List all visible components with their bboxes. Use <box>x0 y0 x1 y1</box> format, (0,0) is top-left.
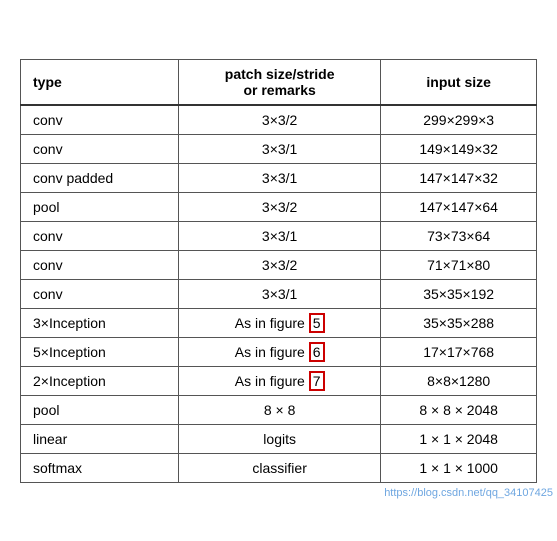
cell-type: pool <box>21 192 179 221</box>
table-row: pool3×3/2147×147×64 <box>21 192 537 221</box>
table-row: conv3×3/271×71×80 <box>21 250 537 279</box>
cell-patch: 3×3/1 <box>178 221 380 250</box>
cell-patch: As in figure 6 <box>178 337 380 366</box>
table-row: conv3×3/173×73×64 <box>21 221 537 250</box>
cell-type: pool <box>21 395 179 424</box>
cell-type: conv <box>21 250 179 279</box>
architecture-table: type patch size/strideor remarks input s… <box>20 59 537 483</box>
cell-input: 149×149×32 <box>381 134 537 163</box>
cell-type: conv <box>21 105 179 135</box>
cell-patch: 3×3/1 <box>178 163 380 192</box>
table-row: conv padded3×3/1147×147×32 <box>21 163 537 192</box>
cell-input: 147×147×64 <box>381 192 537 221</box>
table-row: linearlogits1 × 1 × 2048 <box>21 424 537 453</box>
table-row: 3×InceptionAs in figure 535×35×288 <box>21 308 537 337</box>
cell-type: softmax <box>21 453 179 482</box>
cell-input: 17×17×768 <box>381 337 537 366</box>
cell-input: 8×8×1280 <box>381 366 537 395</box>
cell-patch: 3×3/1 <box>178 279 380 308</box>
cell-patch: 3×3/2 <box>178 192 380 221</box>
table-row: conv3×3/2299×299×3 <box>21 105 537 135</box>
cell-type: 2×Inception <box>21 366 179 395</box>
cell-type: conv <box>21 134 179 163</box>
table-row: conv3×3/1149×149×32 <box>21 134 537 163</box>
cell-input: 147×147×32 <box>381 163 537 192</box>
cell-input: 73×73×64 <box>381 221 537 250</box>
watermark: https://blog.csdn.net/qq_34107425 <box>384 487 553 499</box>
table-row: conv3×3/135×35×192 <box>21 279 537 308</box>
col-header-type: type <box>21 59 179 105</box>
cell-patch: As in figure 5 <box>178 308 380 337</box>
cell-patch: 3×3/2 <box>178 250 380 279</box>
cell-input: 35×35×288 <box>381 308 537 337</box>
cell-patch: 8 × 8 <box>178 395 380 424</box>
cell-input: 1 × 1 × 2048 <box>381 424 537 453</box>
table-container: type patch size/strideor remarks input s… <box>0 39 557 503</box>
cell-input: 299×299×3 <box>381 105 537 135</box>
cell-type: conv <box>21 279 179 308</box>
col-header-patch: patch size/strideor remarks <box>178 59 380 105</box>
cell-type: 3×Inception <box>21 308 179 337</box>
cell-type: conv <box>21 221 179 250</box>
cell-type: linear <box>21 424 179 453</box>
cell-input: 8 × 8 × 2048 <box>381 395 537 424</box>
cell-patch: classifier <box>178 453 380 482</box>
table-row: pool8 × 88 × 8 × 2048 <box>21 395 537 424</box>
header-row: type patch size/strideor remarks input s… <box>21 59 537 105</box>
cell-input: 71×71×80 <box>381 250 537 279</box>
cell-patch: 3×3/2 <box>178 105 380 135</box>
cell-input: 1 × 1 × 1000 <box>381 453 537 482</box>
cell-patch: logits <box>178 424 380 453</box>
table-row: softmaxclassifier1 × 1 × 1000 <box>21 453 537 482</box>
cell-patch: As in figure 7 <box>178 366 380 395</box>
cell-input: 35×35×192 <box>381 279 537 308</box>
col-header-input: input size <box>381 59 537 105</box>
cell-patch: 3×3/1 <box>178 134 380 163</box>
cell-type: conv padded <box>21 163 179 192</box>
table-row: 2×InceptionAs in figure 78×8×1280 <box>21 366 537 395</box>
table-row: 5×InceptionAs in figure 617×17×768 <box>21 337 537 366</box>
cell-type: 5×Inception <box>21 337 179 366</box>
